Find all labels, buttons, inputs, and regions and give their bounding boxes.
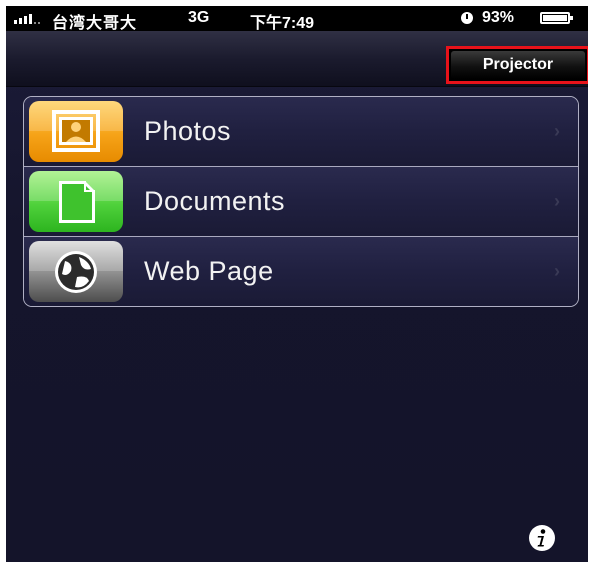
info-icon[interactable] bbox=[527, 523, 557, 553]
navigation-bar: Projector bbox=[6, 31, 588, 87]
chevron-right-icon: › bbox=[554, 261, 560, 281]
projector-button-label: Projector bbox=[451, 51, 585, 79]
signal-strength-icon bbox=[14, 14, 40, 24]
battery-icon bbox=[540, 12, 573, 24]
menu-item-label: Documents bbox=[144, 186, 286, 216]
battery-percentage: 93% bbox=[482, 9, 515, 26]
menu-item-label: Web Page bbox=[144, 256, 274, 286]
alarm-clock-icon bbox=[461, 12, 473, 24]
document-icon bbox=[29, 171, 123, 232]
carrier-name: 台湾大哥大 bbox=[52, 15, 138, 32]
chevron-right-icon: › bbox=[554, 121, 560, 141]
network-type: 3G bbox=[188, 9, 210, 26]
menu-item-web-page[interactable]: Web Page › bbox=[24, 237, 578, 306]
chevron-right-icon: › bbox=[554, 191, 560, 211]
photo-frame-icon bbox=[29, 101, 123, 162]
menu-item-documents[interactable]: Documents › bbox=[24, 167, 578, 237]
menu-item-label: Photos bbox=[144, 116, 232, 146]
projector-button[interactable]: Projector bbox=[446, 46, 588, 84]
globe-icon bbox=[29, 241, 123, 302]
menu-item-photos[interactable]: Photos › bbox=[24, 97, 578, 167]
menu-table: Photos › Documents › Web Page › bbox=[23, 96, 579, 307]
app-screen: 台湾大哥大 3G 下午7:49 93% Projector Photos › D… bbox=[6, 6, 588, 562]
clock-time: 下午7:49 bbox=[250, 15, 315, 32]
status-bar: 台湾大哥大 3G 下午7:49 93% bbox=[6, 6, 588, 32]
